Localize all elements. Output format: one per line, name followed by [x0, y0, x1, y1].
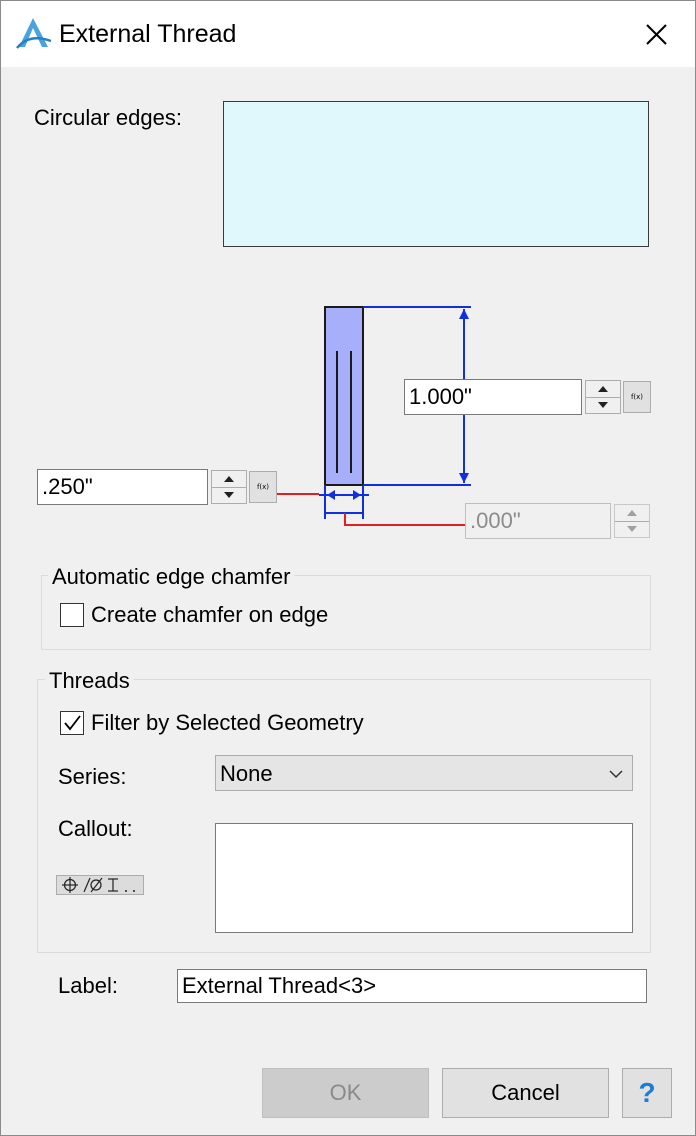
gdt-symbols-button[interactable] — [56, 875, 144, 895]
checkmark-icon — [64, 715, 81, 731]
arrow-down-icon — [598, 402, 608, 408]
arrow-down-icon — [627, 526, 637, 532]
diameter-spinner[interactable] — [211, 470, 247, 504]
alibre-logo-icon — [16, 18, 52, 49]
chamfer-group-title: Automatic edge chamfer — [48, 564, 295, 590]
create-chamfer-label: Create chamfer on edge — [91, 602, 329, 627]
arrow-up-icon — [627, 510, 637, 516]
thread-body-shape — [324, 306, 364, 486]
create-chamfer-checkbox[interactable] — [60, 603, 84, 627]
offset-spinner[interactable] — [614, 504, 650, 538]
height-spin-up[interactable] — [586, 381, 620, 398]
offset-spin-down[interactable] — [615, 521, 649, 537]
gdt-symbols-icon — [62, 877, 135, 893]
filter-geometry-label: Filter by Selected Geometry — [91, 710, 364, 735]
ok-button[interactable]: OK — [262, 1068, 429, 1118]
arrow-down-icon — [224, 492, 234, 498]
height-spin-down[interactable] — [586, 397, 620, 413]
diameter-input[interactable]: .250" — [37, 469, 208, 505]
callout-textarea[interactable] — [215, 823, 633, 933]
title-bar: External Thread — [1, 1, 695, 67]
series-select-value: None — [220, 761, 273, 786]
arrow-up-icon — [598, 386, 608, 392]
close-icon[interactable] — [633, 13, 679, 55]
chevron-down-icon — [609, 770, 623, 779]
help-button[interactable]: ? — [622, 1068, 672, 1118]
threads-group-title: Threads — [45, 668, 134, 694]
height-spinner[interactable] — [585, 380, 621, 414]
height-input[interactable]: 1.000" — [404, 379, 582, 415]
circular-edges-label: Circular edges: — [34, 105, 182, 130]
offset-input[interactable]: .000" — [465, 503, 611, 539]
cancel-button[interactable]: Cancel — [442, 1068, 609, 1118]
window-title: External Thread — [59, 20, 237, 48]
diameter-formula-button[interactable]: f(x) — [249, 471, 277, 503]
height-formula-button[interactable]: f(x) — [623, 381, 651, 413]
diameter-spin-up[interactable] — [212, 471, 246, 488]
offset-spin-up[interactable] — [615, 505, 649, 522]
filter-geometry-checkbox[interactable] — [60, 711, 84, 735]
external-thread-dialog: External Thread Circular edges: 1.000" f… — [0, 0, 696, 1136]
callout-label: Callout: — [58, 816, 133, 841]
label-field-label: Label: — [58, 973, 118, 998]
series-label: Series: — [58, 764, 127, 789]
circular-edges-selection-box[interactable] — [223, 101, 649, 247]
label-input[interactable]: External Thread<3> — [177, 969, 647, 1003]
diameter-spin-down[interactable] — [212, 487, 246, 503]
series-select[interactable]: None — [215, 755, 633, 791]
help-icon: ? — [638, 1077, 656, 1108]
arrow-up-icon — [224, 476, 234, 482]
